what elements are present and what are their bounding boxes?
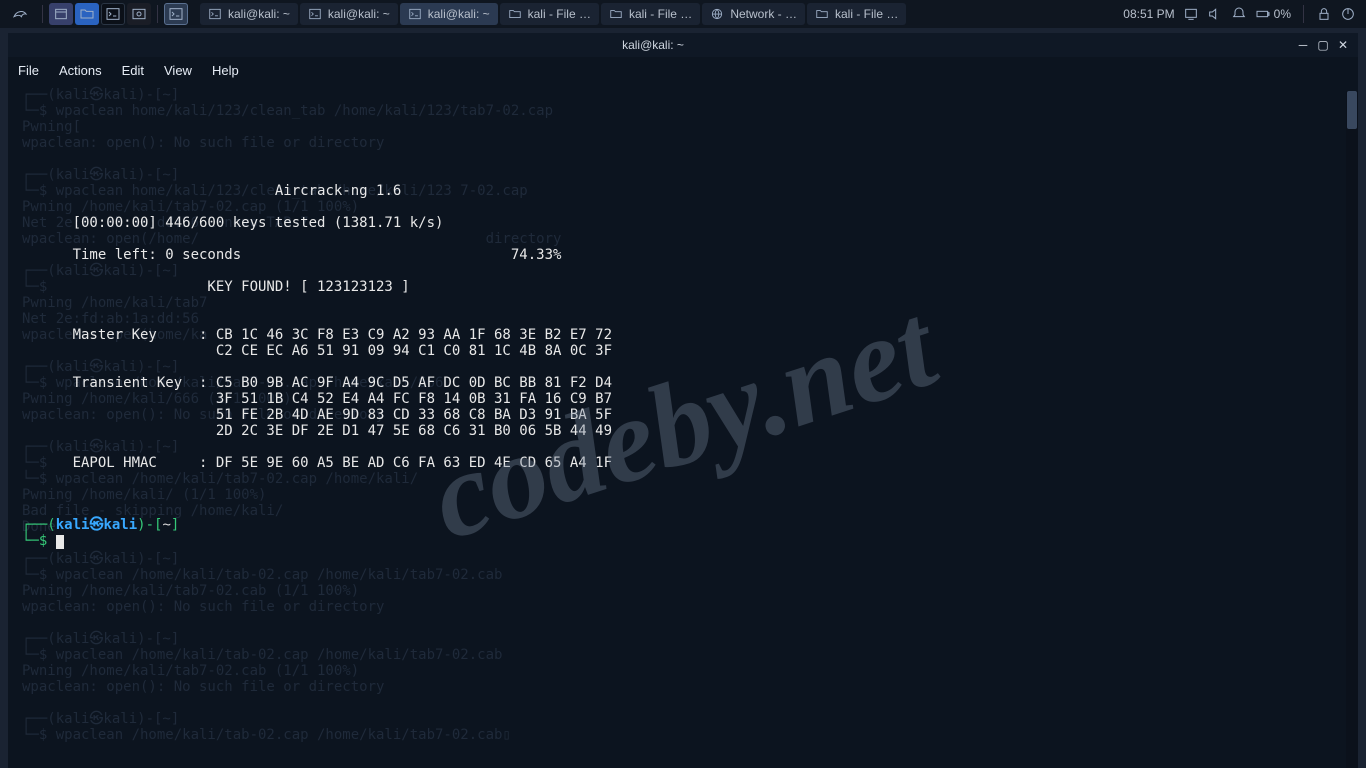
power-icon[interactable] <box>1340 6 1356 22</box>
taskbar-item[interactable]: kali@kali: ~ <box>400 3 498 25</box>
clock[interactable]: 08:51 PM <box>1123 7 1174 21</box>
aircrack-key-found: KEY FOUND! [ 123123123 ] <box>22 279 410 295</box>
window-maximize-button[interactable]: ▢ <box>1314 36 1332 54</box>
volume-icon[interactable] <box>1207 6 1223 22</box>
panel-separator <box>1303 5 1304 23</box>
terminal-icon <box>168 6 184 22</box>
taskbar-item[interactable]: kali - File … <box>500 3 599 25</box>
terminal-cursor <box>56 535 64 549</box>
kali-dragon-icon <box>12 6 28 22</box>
blank-line <box>22 295 30 311</box>
lock-icon[interactable] <box>1316 6 1332 22</box>
blank-line <box>22 359 30 375</box>
panel-launcher-1[interactable] <box>49 3 73 25</box>
taskbar-item-label: kali@kali: ~ <box>428 7 490 21</box>
panel-launcher-recorder[interactable] <box>127 3 151 25</box>
prompt-cwd: ~ <box>162 517 170 533</box>
system-tray: 08:51 PM 0% <box>1123 5 1362 23</box>
taskbar-item[interactable]: kali@kali: ~ <box>300 3 398 25</box>
panel-launcher-terminal-active[interactable] <box>164 3 188 25</box>
app-menu-button[interactable] <box>4 3 36 25</box>
panel-launcher-terminal-1[interactable] <box>101 3 125 25</box>
taskbar: kali@kali: ~ kali@kali: ~ kali@kali: ~ kali… <box>200 3 1121 25</box>
terminal-foreground: Aircrack-ng 1.6 [00:00:00] 446/600 keys … <box>22 167 1348 581</box>
taskbar-item-label: kali - File … <box>835 7 898 21</box>
taskbar-item-label: kali@kali: ~ <box>328 7 390 21</box>
aircrack-header <box>22 183 275 199</box>
aircrack-keys-tested: [00:00:00] 446/600 keys tested (1381.71 … <box>22 215 443 231</box>
window-title: kali@kali: ~ <box>14 38 1292 52</box>
window-minimize-button[interactable]: ─ <box>1294 36 1312 54</box>
record-icon <box>131 6 147 22</box>
notifications-icon[interactable] <box>1231 6 1247 22</box>
shell-prompt: ┌──(kali㉿kali)-[~] └─$ <box>22 501 1348 549</box>
menu-item-help[interactable]: Help <box>212 63 239 78</box>
terminal-body[interactable]: ┌──(kali㉿kali)-[~] └─$ wpaclean home/kal… <box>8 83 1358 768</box>
window-close-button[interactable]: ✕ <box>1334 36 1352 54</box>
folder-icon <box>79 6 95 22</box>
taskbar-item[interactable]: kali - File … <box>807 3 906 25</box>
network-icon[interactable] <box>1183 6 1199 22</box>
panel-separator <box>157 5 158 23</box>
prompt-user: kali <box>56 517 90 533</box>
aircrack-version: Aircrack-ng 1.6 <box>275 183 401 199</box>
blank-line <box>22 231 30 247</box>
prompt-host: kali <box>103 517 137 533</box>
aircrack-time-left: Time left: 0 seconds 74.33% <box>22 247 561 263</box>
menu-item-file[interactable]: File <box>18 63 39 78</box>
taskbar-item[interactable]: kali - File … <box>601 3 700 25</box>
aircrack-transient-key: Transient Key : C5 B0 9B AC 9F A4 9C D5 … <box>22 375 612 439</box>
panel-separator <box>42 5 43 23</box>
taskbar-item-label: kali@kali: ~ <box>228 7 290 21</box>
terminal-icon <box>105 6 121 22</box>
menu-item-view[interactable]: View <box>164 63 192 78</box>
menu-item-edit[interactable]: Edit <box>122 63 144 78</box>
blank-line <box>22 199 30 215</box>
aircrack-eapol-hmac: EAPOL HMAC : DF 5E 9E 60 A5 BE AD C6 FA … <box>22 455 612 471</box>
battery-indicator[interactable]: 0% <box>1255 6 1291 22</box>
terminal-window: kali@kali: ~ ─ ▢ ✕ File Actions Edit View He… <box>8 33 1358 768</box>
battery-icon <box>1255 6 1271 22</box>
top-panel: kali@kali: ~ kali@kali: ~ kali@kali: ~ kali… <box>0 0 1366 28</box>
blank-line <box>22 311 30 327</box>
taskbar-item[interactable]: Network - … <box>702 3 805 25</box>
panel-launcher-files[interactable] <box>75 3 99 25</box>
window-icon <box>53 6 69 22</box>
menu-item-actions[interactable]: Actions <box>59 63 102 78</box>
blank-line <box>22 263 30 279</box>
taskbar-item[interactable]: kali@kali: ~ <box>200 3 298 25</box>
battery-percent: 0% <box>1274 7 1291 21</box>
aircrack-master-key: Master Key : CB 1C 46 3C F8 E3 C9 A2 93 … <box>22 327 612 359</box>
terminal-scrollbar-thumb[interactable] <box>1347 91 1357 129</box>
taskbar-item-label: kali - File … <box>528 7 591 21</box>
taskbar-item-label: Network - … <box>730 7 797 21</box>
blank-line <box>22 439 30 455</box>
taskbar-item-label: kali - File … <box>629 7 692 21</box>
menu-bar: File Actions Edit View Help <box>8 57 1358 83</box>
window-titlebar[interactable]: kali@kali: ~ ─ ▢ ✕ <box>8 33 1358 57</box>
